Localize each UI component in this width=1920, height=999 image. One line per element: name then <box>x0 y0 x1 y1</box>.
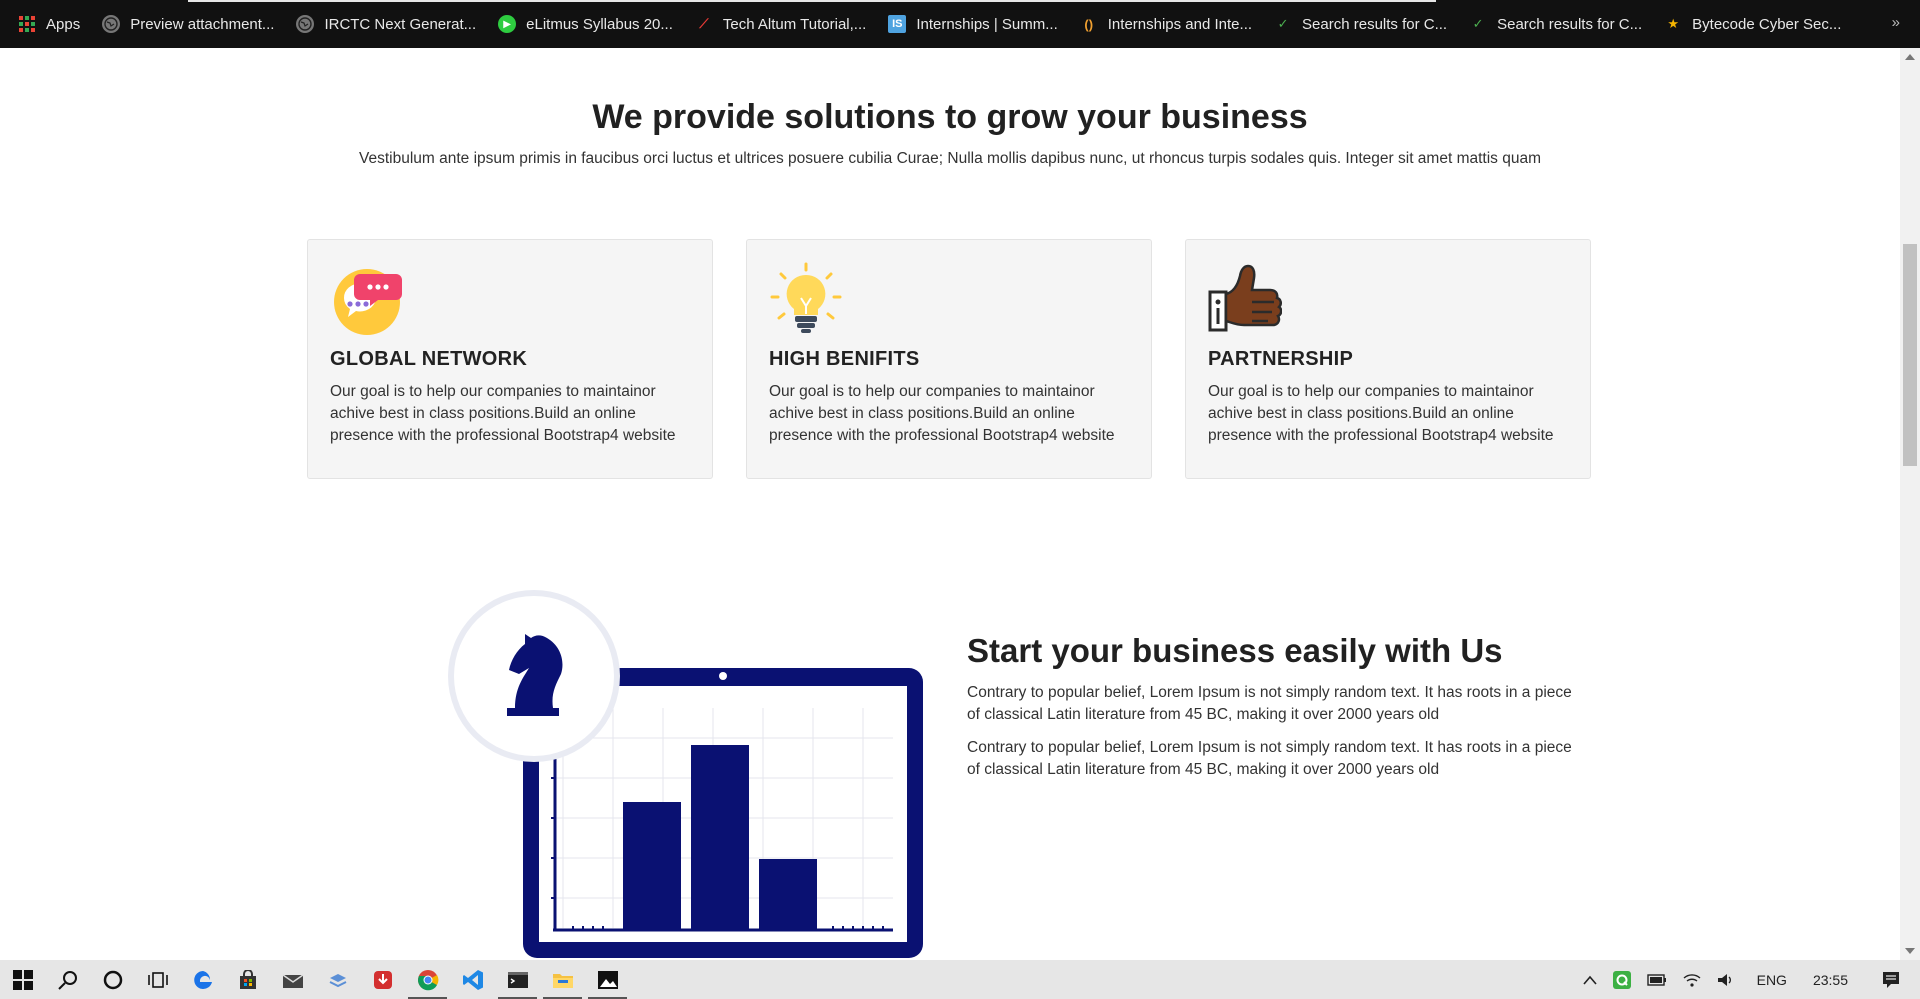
photos-icon <box>597 970 618 989</box>
apps-grid-icon <box>18 15 36 33</box>
edge-button[interactable] <box>180 960 225 999</box>
mail-button[interactable] <box>270 960 315 999</box>
windows-taskbar: ENG 23:55 <box>0 960 1920 999</box>
bookmark-6[interactable]: () Internships and Inte... <box>1080 15 1252 33</box>
section-paragraph-1: Contrary to popular belief, Lorem Ipsum … <box>967 684 1572 723</box>
scroll-down-arrow[interactable] <box>1905 948 1915 954</box>
bookmark-5[interactable]: IS Internships | Summ... <box>888 15 1058 33</box>
cortana-icon <box>103 970 122 989</box>
tray-overflow-chevron-icon[interactable] <box>1583 975 1597 985</box>
card-text: Our goal is to help our companies to mai… <box>1208 383 1554 444</box>
bookmark-2[interactable]: IRCTC Next Generat... <box>296 15 476 33</box>
internshala-icon: IS <box>888 15 907 33</box>
card-text: Our goal is to help our companies to mai… <box>769 383 1115 444</box>
start-button[interactable] <box>0 960 45 999</box>
system-tray: ENG 23:55 <box>1575 960 1920 999</box>
bookmark-label: Apps <box>46 15 81 33</box>
check-icon: ✓ <box>1472 16 1484 31</box>
bookmark-label: Bytecode Cyber Sec... <box>1692 15 1842 33</box>
section-paragraph-2: Contrary to popular belief, Lorem Ipsum … <box>967 739 1572 778</box>
chrome-button[interactable] <box>405 960 450 999</box>
hero-subtitle: Vestibulum ante ipsum primis in faucibus… <box>358 150 1541 167</box>
start-icon <box>12 969 33 990</box>
bookmark-label: Internships and Inte... <box>1107 15 1253 33</box>
photos-button[interactable] <box>585 960 630 999</box>
bookmarks-bar: Apps Preview attachment... IRCTC Next Gene… <box>0 0 1920 48</box>
feature-card-high-benefits: HIGH BENIFITS Our goal is to help our co… <box>746 239 1152 479</box>
task-view-icon <box>147 971 168 988</box>
edge-icon <box>193 970 212 989</box>
feature-card-global-network: GLOBAL NETWORK Our goal is to help our c… <box>307 239 713 479</box>
thumbs-up-icon <box>1208 262 1283 336</box>
scrollbar-thumb[interactable] <box>1903 244 1917 466</box>
bookmark-label: Search results for C... <box>1302 15 1448 33</box>
bracket-icon: () <box>1084 16 1094 32</box>
business-illustration <box>443 538 933 960</box>
bookmark-label: Internships | Summ... <box>916 15 1058 33</box>
globe-icon <box>102 15 121 33</box>
bookmark-9[interactable]: ★ Bytecode Cyber Sec... <box>1664 15 1841 33</box>
chat-bubbles-icon <box>330 262 404 336</box>
files-icon <box>329 973 346 987</box>
section-title: Start your business easily with Us <box>967 632 1503 669</box>
bookmark-8[interactable]: ✓ Search results for C... <box>1469 15 1643 33</box>
file-explorer-icon <box>552 973 573 988</box>
store-button[interactable] <box>225 960 270 999</box>
bookmark-label: IRCTC Next Generat... <box>324 15 477 33</box>
check-icon: ✓ <box>1277 16 1289 31</box>
bookmarks-overflow-button[interactable]: » <box>1892 14 1900 31</box>
terminal-button[interactable] <box>495 960 540 999</box>
bookmark-1[interactable]: Preview attachment... <box>102 15 274 33</box>
bookmark-label: eLitmus Syllabus 20... <box>526 15 673 33</box>
scroll-up-arrow[interactable] <box>1905 54 1915 60</box>
bookmark-0[interactable]: Apps <box>18 15 80 33</box>
card-title: GLOBAL NETWORK <box>330 348 528 370</box>
language-indicator[interactable]: ENG <box>1757 972 1787 988</box>
star-icon: ★ <box>1667 16 1679 31</box>
bookmark-4[interactable]: ⟋ Tech Altum Tutorial,... <box>695 15 866 33</box>
task-view-button[interactable] <box>135 960 180 999</box>
vscode-icon <box>462 969 483 990</box>
elitmus-icon: ▶ <box>498 15 517 33</box>
chrome-icon <box>417 969 438 990</box>
battery-icon[interactable] <box>1646 973 1667 986</box>
search-button[interactable] <box>45 960 90 999</box>
store-icon <box>239 969 256 989</box>
search-icon <box>57 970 77 990</box>
card-text: Our goal is to help our companies to mai… <box>330 383 676 444</box>
downloader-icon <box>373 970 392 989</box>
loading-line <box>188 0 1436 2</box>
lightbulb-icon <box>769 262 843 336</box>
feature-card-partnership: PARTNERSHIP Our goal is to help our comp… <box>1185 239 1591 479</box>
bookmark-label: Tech Altum Tutorial,... <box>722 15 867 33</box>
file-explorer-button[interactable] <box>540 960 585 999</box>
bookmark-7[interactable]: ✓ Search results for C... <box>1274 15 1448 33</box>
wifi-icon[interactable] <box>1683 973 1701 987</box>
notification-icon[interactable] <box>1882 971 1900 989</box>
hero-title: We provide solutions to grow your busine… <box>592 98 1308 136</box>
downloader-button[interactable] <box>360 960 405 999</box>
card-title: PARTNERSHIP <box>1208 348 1354 370</box>
bookmark-3[interactable]: ▶ eLitmus Syllabus 20... <box>498 15 673 33</box>
terminal-icon <box>507 971 528 988</box>
globe-icon <box>296 15 315 33</box>
clock[interactable]: 23:55 <box>1813 972 1848 988</box>
bookmark-list: Apps Preview attachment... IRCTC Next Gene… <box>18 15 1863 33</box>
cortana-button[interactable] <box>90 960 135 999</box>
bookmark-label: Search results for C... <box>1497 15 1643 33</box>
web-page: We provide solutions to grow your busine… <box>0 48 1900 960</box>
mail-icon <box>282 973 303 988</box>
bookmark-label: Preview attachment... <box>130 15 275 33</box>
vscode-button[interactable] <box>450 960 495 999</box>
card-title: HIGH BENIFITS <box>769 348 920 370</box>
files-button[interactable] <box>315 960 360 999</box>
techaltum-icon: ⟋ <box>699 16 709 31</box>
volume-icon[interactable] <box>1717 973 1735 987</box>
page-scrollbar[interactable] <box>1900 48 1920 960</box>
qbittorrent-tray-icon[interactable] <box>1612 970 1631 989</box>
